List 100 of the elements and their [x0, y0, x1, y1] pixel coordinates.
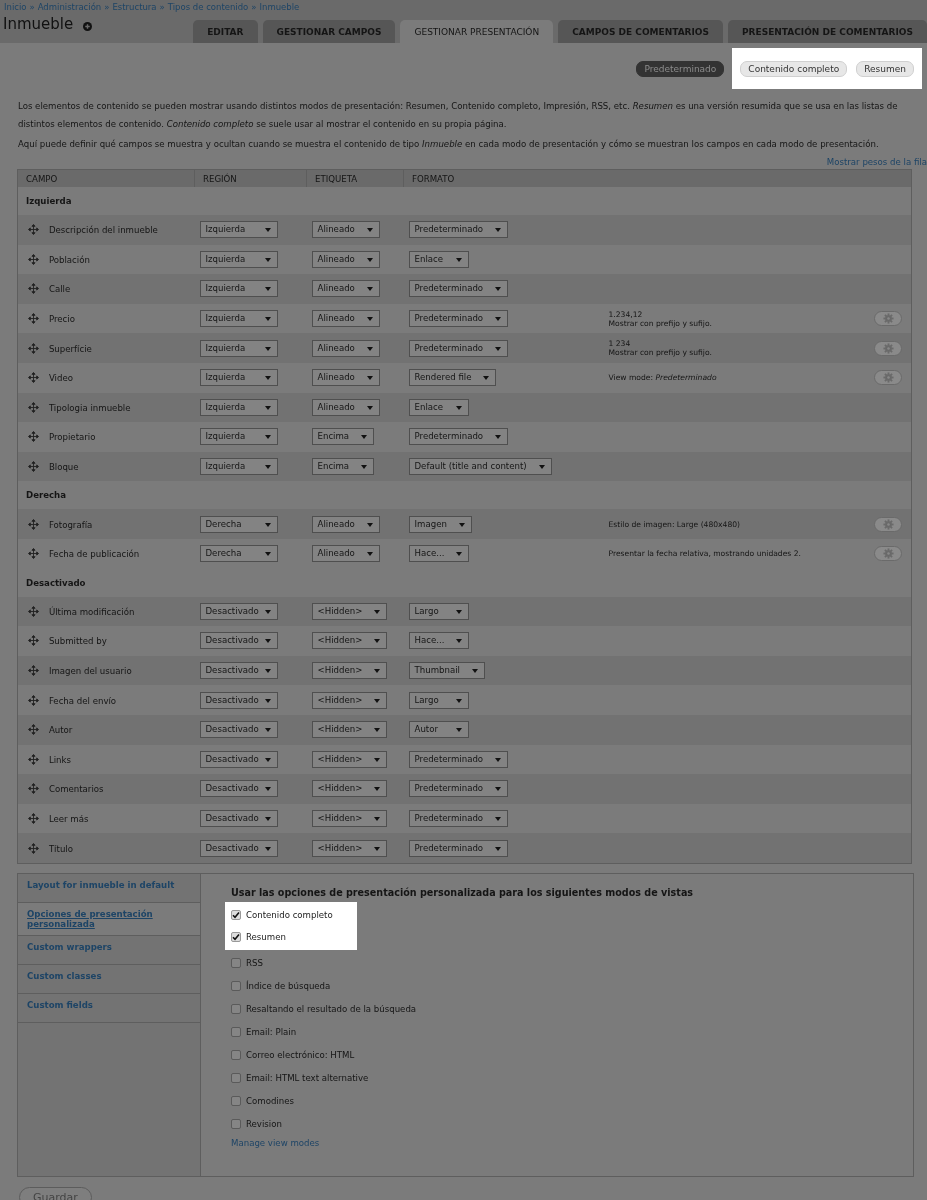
region-select[interactable]: Izquierda — [199, 280, 278, 298]
label-select[interactable]: Alineado — [311, 250, 380, 268]
format-select[interactable]: Enlace — [408, 250, 469, 268]
region-select[interactable]: Izquierda — [199, 221, 278, 239]
label-select[interactable]: <Hidden> — [311, 691, 388, 709]
drag-handle-icon[interactable] — [28, 783, 39, 795]
show-row-weights-link[interactable]: Mostrar pesos de la fila — [826, 157, 927, 167]
format-select[interactable]: Largo — [408, 691, 469, 709]
label-select[interactable]: Alineado — [311, 310, 380, 328]
drag-handle-icon[interactable] — [28, 813, 39, 824]
drag-handle-icon[interactable] — [28, 313, 39, 325]
drag-handle-icon[interactable] — [28, 753, 39, 765]
region-select[interactable]: Izquierda — [199, 458, 278, 476]
label-select[interactable]: Alineado — [311, 515, 380, 533]
tab[interactable]: GESTIONAR PRESENTACIÓN — [400, 20, 554, 43]
drag-handle-icon[interactable] — [28, 372, 39, 384]
region-select[interactable]: Izquierda — [199, 310, 278, 328]
view-mode-checkbox[interactable]: Correo electrónico: HTML — [231, 1043, 883, 1067]
format-select[interactable]: Predeterminado — [408, 310, 509, 328]
view-mode-checkbox[interactable]: Email: HTML text alternative — [231, 1066, 883, 1090]
format-select[interactable]: Hace... — [408, 545, 470, 563]
label-select[interactable]: <Hidden> — [311, 750, 388, 768]
tab[interactable]: CAMPOS DE COMENTARIOS — [558, 20, 723, 43]
format-select[interactable]: Hace... — [408, 632, 470, 650]
label-select[interactable]: Alineado — [311, 280, 380, 298]
region-select[interactable]: Desactivado — [199, 721, 278, 739]
region-select[interactable]: Izquierda — [199, 369, 278, 387]
drag-handle-icon[interactable] — [28, 461, 39, 473]
add-shortcut-icon[interactable] — [83, 22, 93, 31]
view-mode-checkbox[interactable]: Contenido completo — [231, 903, 351, 926]
view-mode-checkbox[interactable]: Comodines — [231, 1089, 883, 1113]
label-select[interactable]: Alineado — [311, 545, 380, 563]
format-select[interactable]: Predeterminado — [408, 428, 509, 446]
region-select[interactable]: Izquierda — [199, 428, 278, 446]
drag-handle-icon[interactable] — [28, 253, 39, 265]
format-select[interactable]: Autor — [408, 721, 469, 739]
format-select[interactable]: Predeterminado — [408, 839, 509, 857]
label-select[interactable]: Encima — [311, 458, 375, 476]
label-select[interactable]: Alineado — [311, 221, 380, 239]
format-select[interactable]: Predeterminado — [408, 221, 509, 239]
drag-handle-icon[interactable] — [28, 605, 39, 617]
drag-handle-icon[interactable] — [28, 224, 39, 236]
label-select[interactable]: <Hidden> — [311, 810, 388, 827]
format-select[interactable]: Predeterminado — [408, 810, 509, 827]
vertical-tab[interactable]: Opciones de presentación personalizada — [18, 902, 200, 936]
region-select[interactable]: Derecha — [199, 545, 278, 563]
format-select[interactable]: Enlace — [408, 398, 469, 416]
drag-handle-icon[interactable] — [28, 518, 39, 530]
drag-handle-icon[interactable] — [28, 694, 39, 706]
format-select[interactable]: Default (title and content) — [408, 458, 552, 476]
drag-handle-icon[interactable] — [28, 431, 39, 443]
label-select[interactable]: <Hidden> — [311, 632, 388, 650]
region-select[interactable]: Desactivado — [199, 839, 278, 857]
label-select[interactable]: Alineado — [311, 369, 380, 387]
label-select[interactable]: <Hidden> — [311, 839, 388, 857]
view-mode-checkbox[interactable]: Resaltando el resultado de la búsqueda — [231, 997, 883, 1021]
view-mode-button[interactable]: Predeterminado — [636, 60, 725, 77]
region-select[interactable]: Derecha — [199, 515, 278, 533]
drag-handle-icon[interactable] — [28, 635, 39, 647]
format-select[interactable]: Predeterminado — [408, 280, 509, 298]
label-select[interactable]: <Hidden> — [311, 780, 388, 798]
format-select[interactable]: Predeterminado — [408, 780, 509, 798]
label-select[interactable]: Encima — [311, 428, 375, 446]
region-select[interactable]: Desactivado — [199, 810, 278, 827]
region-select[interactable]: Desactivado — [199, 632, 278, 650]
region-select[interactable]: Izquierda — [199, 398, 278, 416]
tab[interactable]: PRESENTACIÓN DE COMENTARIOS — [728, 20, 927, 43]
label-select[interactable]: <Hidden> — [311, 721, 388, 739]
drag-handle-icon[interactable] — [28, 342, 39, 354]
drag-handle-icon[interactable] — [28, 401, 39, 413]
drag-handle-icon[interactable] — [28, 665, 39, 676]
format-select[interactable]: Largo — [408, 602, 469, 620]
view-mode-button[interactable]: Resumen — [856, 60, 914, 77]
format-select[interactable]: Predeterminado — [408, 339, 509, 357]
region-select[interactable]: Desactivado — [199, 691, 278, 709]
label-select[interactable]: <Hidden> — [311, 662, 388, 679]
region-select[interactable]: Izquierda — [199, 250, 278, 268]
tab[interactable]: GESTIONAR CAMPOS — [262, 20, 396, 43]
format-select[interactable]: Thumbnail — [408, 662, 485, 679]
drag-handle-icon[interactable] — [28, 283, 39, 295]
view-mode-checkbox[interactable]: RSS — [231, 951, 883, 975]
format-select[interactable]: Predeterminado — [408, 750, 509, 768]
label-select[interactable]: <Hidden> — [311, 602, 388, 620]
drag-handle-icon[interactable] — [28, 548, 39, 560]
tab[interactable]: EDITAR — [193, 20, 258, 43]
view-mode-checkbox[interactable]: Email: Plain — [231, 1020, 883, 1044]
region-select[interactable]: Desactivado — [199, 662, 278, 679]
region-select[interactable]: Desactivado — [199, 780, 278, 798]
label-select[interactable]: Alineado — [311, 339, 380, 357]
label-select[interactable]: Alineado — [311, 398, 380, 416]
region-select[interactable]: Izquierda — [199, 339, 278, 357]
drag-handle-icon[interactable] — [28, 842, 39, 854]
drag-handle-icon[interactable] — [28, 724, 39, 736]
view-mode-checkbox[interactable]: Resumen — [231, 925, 351, 948]
view-mode-checkbox[interactable]: Índice de búsqueda — [231, 974, 883, 998]
view-mode-button[interactable]: Contenido completo — [740, 60, 848, 77]
manage-view-modes-link[interactable]: Manage view modes — [231, 1137, 883, 1148]
region-select[interactable]: Desactivado — [199, 602, 278, 620]
format-select[interactable]: Imagen — [408, 515, 472, 533]
view-mode-checkbox[interactable]: Revision — [231, 1112, 883, 1136]
